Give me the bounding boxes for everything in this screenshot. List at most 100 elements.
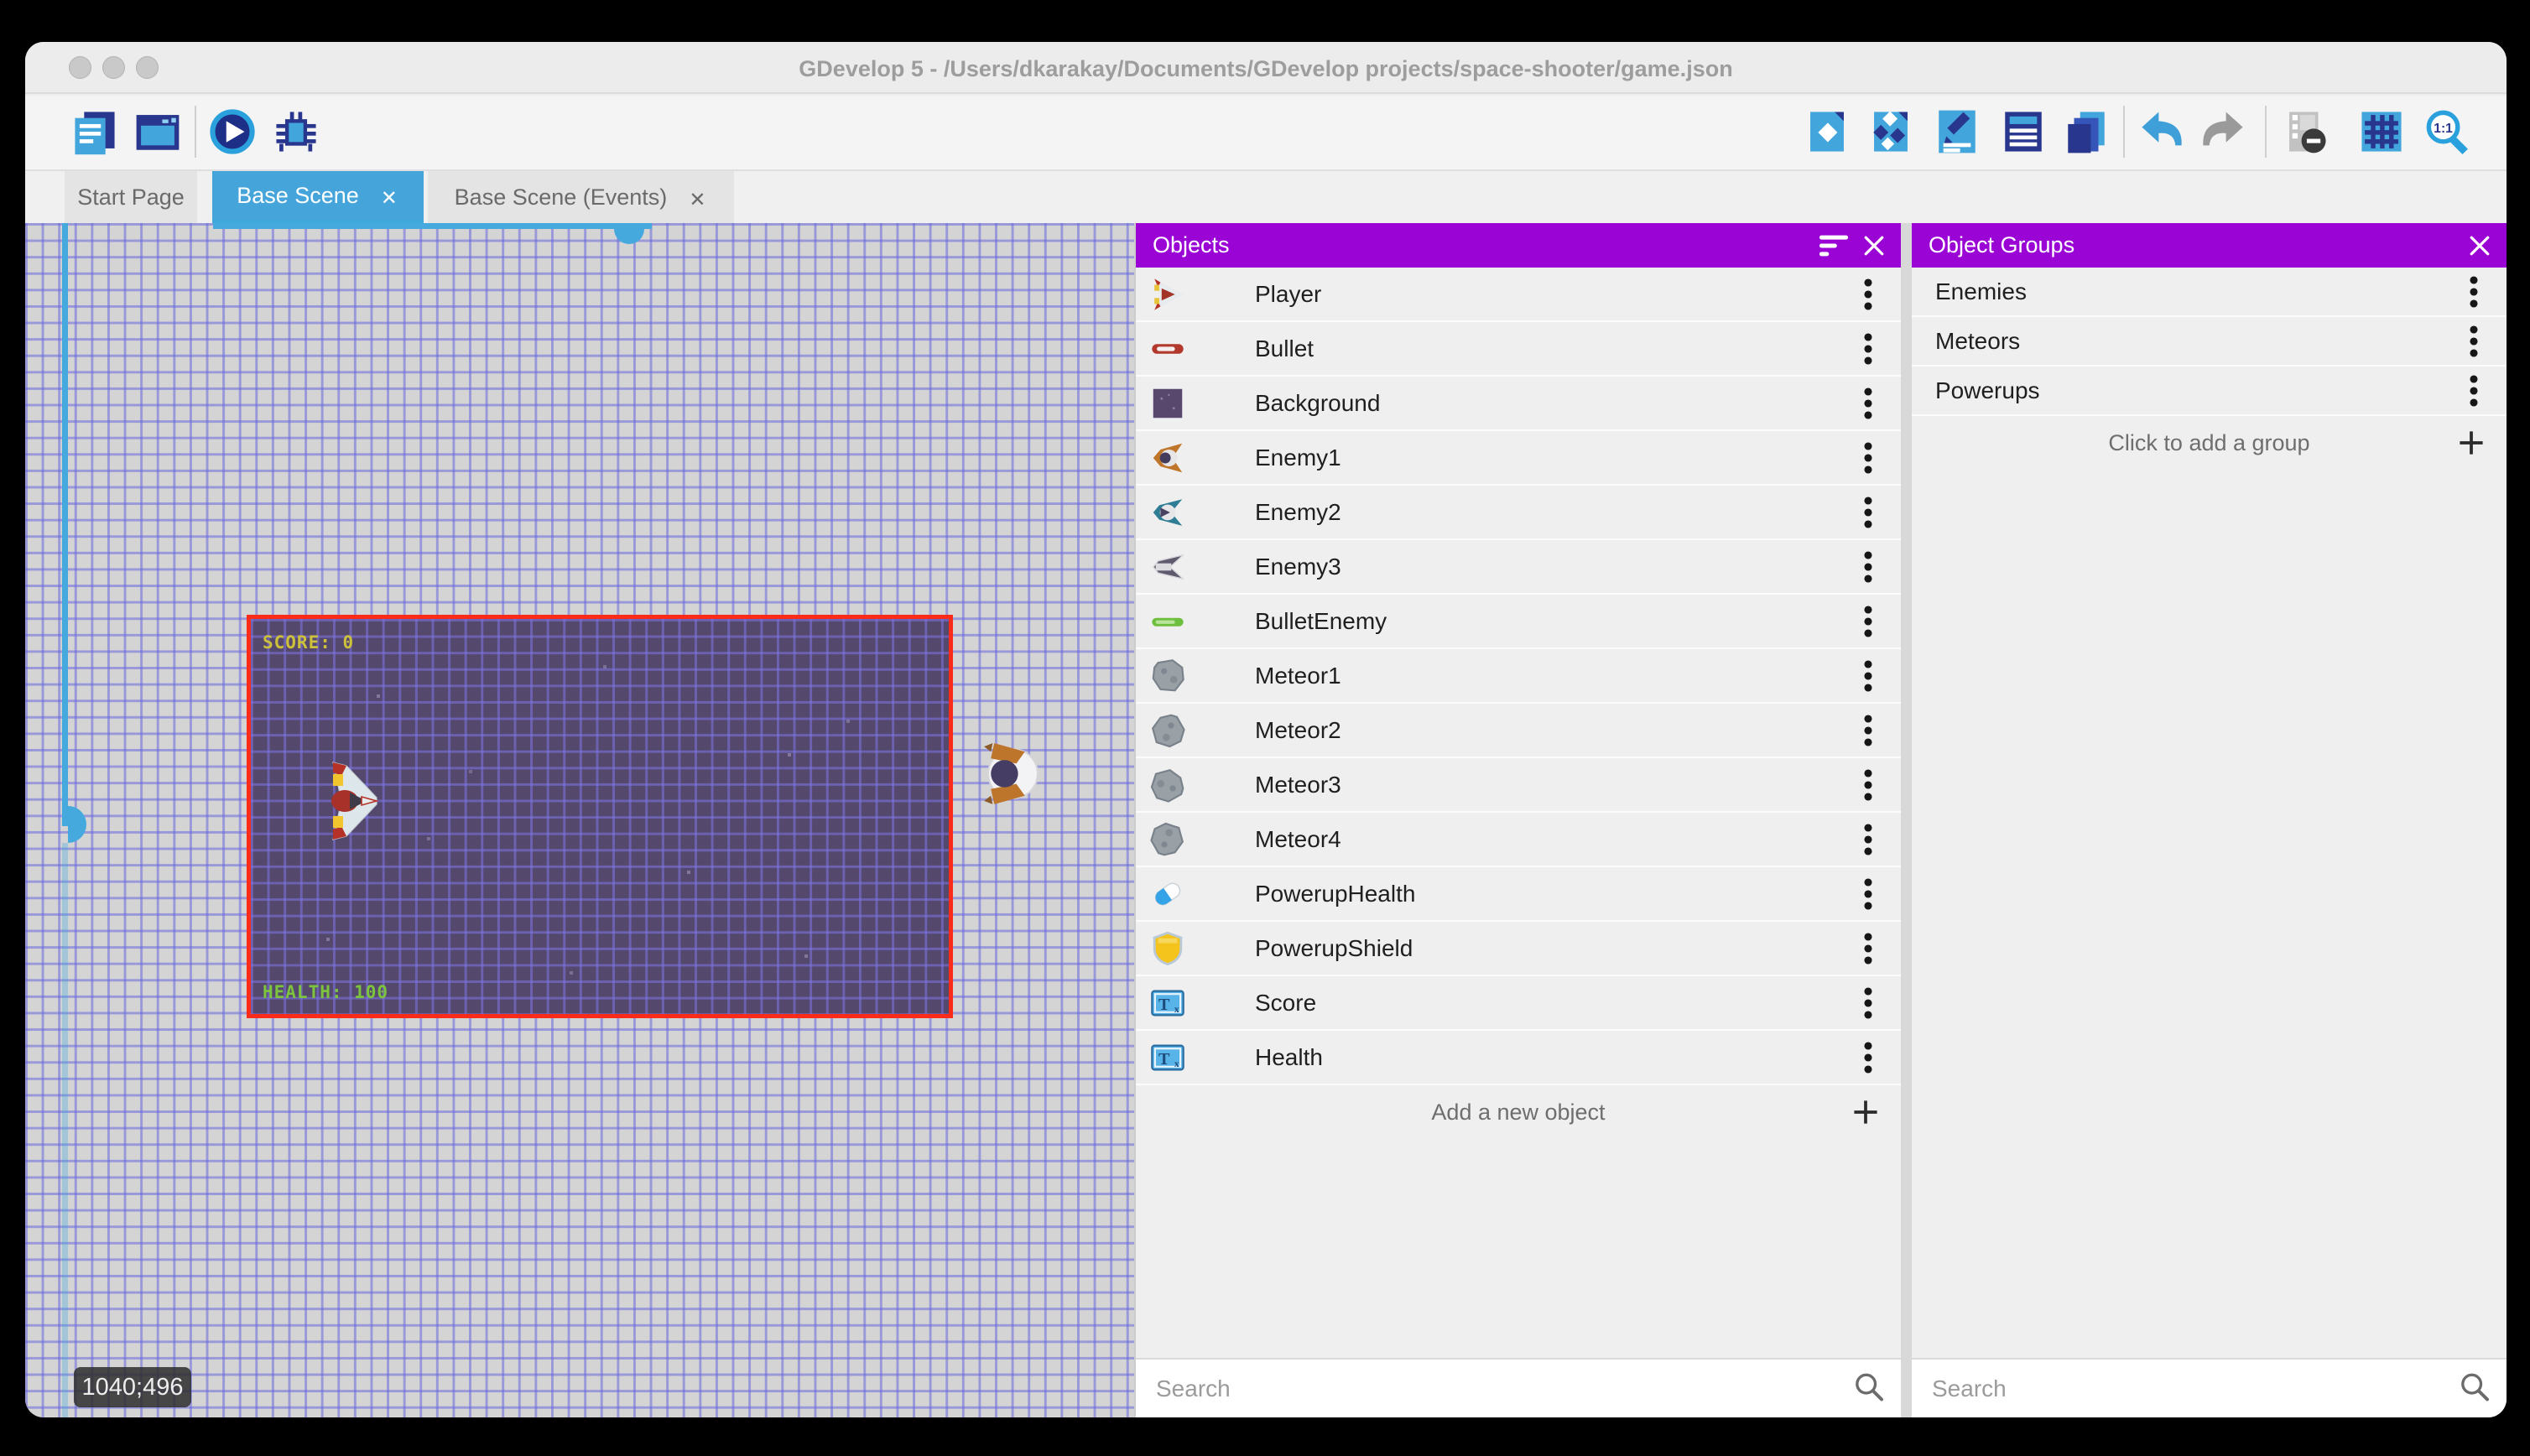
object-row-bullet[interactable]: Bullet	[1136, 322, 1901, 377]
vertical-scrollbar[interactable]	[62, 223, 68, 826]
group-row-enemies[interactable]: Enemies	[1912, 268, 2507, 317]
object-name: Meteor1	[1255, 649, 1341, 702]
object-menu-icon[interactable]	[1856, 439, 1881, 477]
debug-icon[interactable]	[272, 107, 320, 156]
objects-panel-header: Objects	[1136, 223, 1901, 268]
object-name: PowerupHealth	[1255, 867, 1415, 920]
instances-list-icon[interactable]	[1999, 107, 2048, 156]
pill-icon	[1148, 874, 1188, 914]
group-menu-icon[interactable]	[2461, 372, 2486, 410]
object-row-meteor2[interactable]: Meteor2	[1136, 704, 1901, 758]
toolbar-separator	[2265, 106, 2267, 158]
objects-panel-title: Objects	[1153, 232, 1230, 258]
object-menu-icon[interactable]	[1856, 711, 1881, 750]
horizontal-scrollbar[interactable]	[213, 223, 652, 229]
grid-icon[interactable]	[2357, 107, 2406, 156]
object-menu-icon[interactable]	[1856, 602, 1881, 641]
close-panel-icon[interactable]	[2461, 223, 2498, 268]
cursor-coordinates-badge: 1040;496	[74, 1367, 191, 1407]
panel-divider[interactable]	[1901, 223, 1912, 1417]
object-menu-icon[interactable]	[1856, 548, 1881, 586]
score-text-instance[interactable]: SCORE: 0	[263, 632, 354, 653]
object-name: Enemy1	[1255, 431, 1341, 484]
scene-canvas[interactable]: SCORE: 0 HEALTH: 100	[25, 223, 1134, 1417]
object-name: Enemy2	[1255, 486, 1341, 538]
object-row-powerupshield[interactable]: PowerupShield	[1136, 922, 1901, 976]
object-menu-icon[interactable]	[1856, 984, 1881, 1022]
zoom-1-1-icon[interactable]: 1:1	[2423, 107, 2472, 156]
plus-icon[interactable]	[1849, 1095, 1882, 1129]
close-tab-icon[interactable]: ✕	[689, 188, 707, 206]
object-row-poweruphealth[interactable]: PowerupHealth	[1136, 867, 1901, 922]
add-group-button[interactable]: Click to add a group	[1912, 416, 2507, 470]
tab-start-page[interactable]: Start Page	[65, 171, 197, 223]
add-object-button[interactable]: Add a new object	[1136, 1085, 1901, 1139]
undo-icon[interactable]	[2137, 107, 2186, 156]
object-menu-icon[interactable]	[1856, 657, 1881, 695]
svg-text:x: x	[1174, 1005, 1179, 1015]
filter-icon[interactable]	[1815, 223, 1852, 268]
object-row-health[interactable]: T x Health	[1136, 1031, 1901, 1085]
object-menu-icon[interactable]	[1856, 929, 1881, 968]
text-object-icon: T x	[1148, 983, 1188, 1023]
tab-base-scene-events[interactable]: Base Scene (Events) ✕	[428, 171, 734, 223]
groups-search-input[interactable]	[1912, 1360, 2439, 1417]
object-menu-icon[interactable]	[1856, 275, 1881, 314]
object-row-meteor3[interactable]: Meteor3	[1136, 758, 1901, 813]
player-instance[interactable]	[326, 759, 385, 847]
meteor-icon	[1148, 819, 1188, 860]
object-row-enemy1[interactable]: Enemy1	[1136, 431, 1901, 486]
tab-base-scene[interactable]: Base Scene ✕	[212, 171, 424, 223]
vertical-scrollbar-knob[interactable]	[68, 806, 86, 843]
screen: GDevelop 5 - /Users/dkarakay/Documents/G…	[0, 0, 2530, 1456]
groups-search-bar	[1912, 1358, 2507, 1417]
tabbar: Start Page Base Scene ✕ Base Scene (Even…	[25, 171, 2507, 223]
search-icon	[2458, 1370, 2491, 1407]
enemy1-ship-icon	[1148, 438, 1188, 478]
group-row-powerups[interactable]: Powerups	[1912, 367, 2507, 416]
objects-search-input[interactable]	[1136, 1360, 1834, 1417]
object-row-meteor4[interactable]: Meteor4	[1136, 813, 1901, 867]
object-menu-icon[interactable]	[1856, 493, 1881, 532]
vertical-scrollbar-track	[62, 843, 68, 1417]
play-preview-icon[interactable]	[208, 107, 257, 156]
tab-label: Base Scene	[237, 183, 359, 209]
object-menu-icon[interactable]	[1856, 384, 1881, 423]
group-menu-icon[interactable]	[2461, 322, 2486, 361]
object-menu-icon[interactable]	[1856, 1038, 1881, 1077]
health-text-instance[interactable]: HEALTH: 100	[263, 982, 388, 1002]
close-panel-icon[interactable]	[1856, 223, 1892, 268]
group-row-meteors[interactable]: Meteors	[1912, 317, 2507, 367]
scene-window-icon[interactable]	[133, 107, 182, 156]
object-row-enemy2[interactable]: Enemy2	[1136, 486, 1901, 540]
group-name: Powerups	[1935, 367, 2040, 414]
object-groups-panel-icon[interactable]	[1866, 107, 1915, 156]
objects-panel-icon[interactable]	[1803, 107, 1851, 156]
group-menu-icon[interactable]	[2461, 273, 2486, 311]
layers-icon[interactable]	[2062, 107, 2111, 156]
render-options-icon[interactable]	[2282, 107, 2330, 156]
object-row-score[interactable]: T x Score	[1136, 976, 1901, 1031]
object-row-player[interactable]: Player	[1136, 268, 1901, 322]
object-menu-icon[interactable]	[1856, 875, 1881, 913]
object-menu-icon[interactable]	[1856, 766, 1881, 804]
properties-icon[interactable]	[1933, 107, 1981, 156]
enemy1-instance[interactable]	[979, 738, 1040, 814]
objects-search-bar	[1136, 1358, 1901, 1417]
object-row-background[interactable]: Background	[1136, 377, 1901, 431]
object-row-bulletenemy[interactable]: BulletEnemy	[1136, 595, 1901, 649]
object-row-meteor1[interactable]: Meteor1	[1136, 649, 1901, 704]
object-menu-icon[interactable]	[1856, 820, 1881, 859]
horizontal-scrollbar-knob[interactable]	[614, 229, 644, 244]
redo-icon[interactable]	[2199, 107, 2247, 156]
object-name: BulletEnemy	[1255, 595, 1387, 647]
close-tab-icon[interactable]: ✕	[381, 186, 399, 205]
project-manager-icon[interactable]	[70, 107, 119, 156]
toolbar-separator	[195, 106, 196, 158]
group-name: Meteors	[1935, 317, 2020, 365]
object-menu-icon[interactable]	[1856, 330, 1881, 368]
object-row-enemy3[interactable]: Enemy3	[1136, 540, 1901, 595]
object-name: Enemy3	[1255, 540, 1341, 593]
plus-icon[interactable]	[2455, 426, 2488, 460]
background-icon	[1148, 383, 1188, 424]
